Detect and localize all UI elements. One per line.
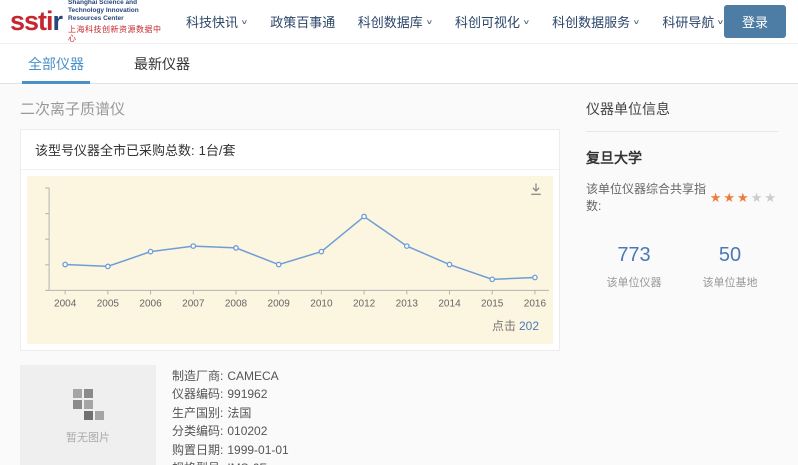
- nav-item-sci-visualization[interactable]: 科创可视化 ∨: [455, 12, 530, 31]
- content: 二次离子质谱仪 该型号仪器全市已采购总数:1台/套 20042005200620…: [0, 84, 798, 465]
- purchase-chart-card: 该型号仪器全市已采购总数:1台/套 2004200520062007200820…: [20, 129, 560, 351]
- tab-label: 最新仪器: [134, 54, 190, 74]
- chevron-down-icon: ∨: [241, 19, 248, 27]
- star-icon: ★: [764, 190, 778, 205]
- tab-bar: 全部仪器 最新仪器: [0, 44, 798, 84]
- download-icon[interactable]: [529, 182, 543, 196]
- stat-unit-bases: 50 该单位基地: [682, 244, 778, 290]
- star-icon: ★: [751, 190, 765, 205]
- svg-text:2016: 2016: [524, 298, 547, 309]
- chevron-down-icon: ∨: [717, 19, 724, 27]
- logo-name-cn: 上海科技创新资源数据中心: [68, 25, 170, 44]
- svg-text:2009: 2009: [268, 298, 291, 309]
- logo-names: Shanghai Science and Technology Innovati…: [68, 0, 170, 44]
- chevron-down-icon: ∨: [523, 19, 530, 27]
- nav-item-label: 科创可视化: [455, 12, 520, 31]
- detail-row-model: 规格型号:IMS-6F: [172, 459, 289, 465]
- no-image-icon: [73, 389, 104, 420]
- nav-item-label: 政策百事通: [270, 12, 335, 31]
- page-title: 二次离子质谱仪: [20, 98, 560, 119]
- svg-text:2007: 2007: [182, 298, 205, 309]
- stat-label: 该单位基地: [682, 274, 778, 290]
- stat-value: 50: [682, 244, 778, 267]
- svg-text:2014: 2014: [438, 298, 461, 309]
- star-rating: ★★★★★: [710, 191, 778, 204]
- logo-mark: sstir: [10, 8, 62, 35]
- logo-mark-red: ssti: [10, 6, 53, 36]
- site-logo[interactable]: sstir Shanghai Science and Technology In…: [10, 0, 170, 44]
- chart-card-header: 该型号仪器全市已采购总数: 1台/套: [21, 130, 559, 170]
- detail-rows: 制造厂商:CAMECA 仪器编码:991962 生产国别:法国 分类编码:010…: [172, 365, 289, 465]
- share-index-label: 该单位仪器综合共享指数:: [586, 180, 707, 214]
- purchase-trend-chart: 2004 2005 2006 2007 2008 2009 2010 2012 2013 2014…: [29, 184, 551, 317]
- nav-item-tech-news[interactable]: 科技快讯 ∨: [186, 12, 248, 31]
- detail-row-class-code: 分类编码:010202: [172, 422, 289, 441]
- main-nav: 科技快讯 ∨ 政策百事通 科创数据库 ∨ 科创可视化 ∨ 科创数据服务 ∨ 科研…: [186, 12, 724, 31]
- svg-text:2012: 2012: [353, 298, 376, 309]
- logo-name-en: Shanghai Science and Technology Innovati…: [68, 0, 170, 23]
- svg-text:2005: 2005: [97, 298, 120, 309]
- detail-row-instrument-code: 仪器编码:991962: [172, 385, 289, 404]
- star-icon: ★: [723, 190, 737, 205]
- svg-text:2010: 2010: [310, 298, 333, 309]
- stat-value: 773: [586, 244, 682, 267]
- no-image-placeholder: 暂无图片: [20, 365, 156, 465]
- logo-mark-blue: r: [53, 6, 63, 36]
- org-name: 复旦大学: [586, 148, 778, 168]
- tab-label: 全部仪器: [28, 54, 84, 74]
- unit-stats: 773 该单位仪器 50 该单位基地: [586, 244, 778, 290]
- chart-area: 2004 2005 2006 2007 2008 2009 2010 2012 2013 2014…: [27, 176, 553, 344]
- clicks-counter: 点击202: [29, 317, 551, 340]
- nav-item-label: 科创数据库: [358, 12, 423, 31]
- nav-item-research-navigation[interactable]: 科研导航 ∨: [662, 12, 724, 31]
- clicks-label: 点击: [492, 319, 516, 333]
- page: sstir Shanghai Science and Technology In…: [0, 0, 798, 465]
- detail-row-purchase-date: 购置日期:1999-01-01: [172, 441, 289, 460]
- main-column: 二次离子质谱仪 该型号仪器全市已采购总数:1台/套 20042005200620…: [20, 98, 560, 465]
- nav-item-policy-encyclopedia[interactable]: 政策百事通: [270, 12, 335, 31]
- total-purchased-label: 该型号仪器全市已采购总数:: [35, 143, 195, 158]
- chevron-down-icon: ∨: [633, 19, 640, 27]
- nav-item-sci-database[interactable]: 科创数据库 ∨: [358, 12, 433, 31]
- nav-item-sci-data-services[interactable]: 科创数据服务 ∨: [552, 12, 640, 31]
- chevron-down-icon: ∨: [425, 19, 432, 27]
- svg-text:2004: 2004: [54, 298, 77, 309]
- star-icon: ★: [737, 190, 751, 205]
- detail-row-country: 生产国别:法国: [172, 404, 289, 423]
- svg-text:2015: 2015: [481, 298, 504, 309]
- tab-all-instruments[interactable]: 全部仪器: [22, 44, 90, 83]
- unit-info-sidebar: 仪器单位信息 复旦大学 该单位仪器综合共享指数: ★★★★★ 773 该单位仪器…: [586, 98, 778, 290]
- instrument-details: 暂无图片 制造厂商:CAMECA 仪器编码:991962 生产国别:法国 分类编…: [20, 365, 560, 465]
- svg-text:2008: 2008: [225, 298, 248, 309]
- nav-item-label: 科技快讯: [186, 12, 238, 31]
- stat-unit-instruments: 773 该单位仪器: [586, 244, 682, 290]
- no-image-label: 暂无图片: [66, 429, 110, 445]
- nav-item-label: 科创数据服务: [552, 12, 630, 31]
- top-navigation-bar: sstir Shanghai Science and Technology In…: [0, 0, 798, 44]
- login-button[interactable]: 登录: [724, 5, 786, 38]
- star-icon: ★: [710, 190, 724, 205]
- detail-row-manufacturer: 制造厂商:CAMECA: [172, 367, 289, 386]
- nav-item-label: 科研导航: [662, 12, 714, 31]
- stat-label: 该单位仪器: [586, 274, 682, 290]
- svg-text:2013: 2013: [396, 298, 419, 309]
- tab-newest-instruments[interactable]: 最新仪器: [128, 44, 196, 83]
- clicks-value: 202: [519, 319, 539, 333]
- total-purchased-value: 1台/套: [199, 143, 236, 158]
- sidebar-title: 仪器单位信息: [586, 99, 778, 132]
- svg-text:2006: 2006: [139, 298, 162, 309]
- share-index-row: 该单位仪器综合共享指数: ★★★★★: [586, 180, 778, 214]
